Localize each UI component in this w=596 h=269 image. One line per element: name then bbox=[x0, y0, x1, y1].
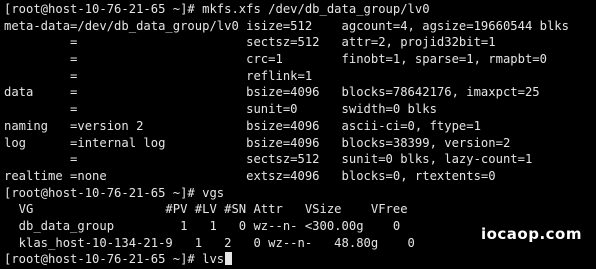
terminal-line: = sunit=0 swidth=0 blks bbox=[4, 102, 437, 117]
terminal-prompt-text: [root@host-10-76-21-65 ~]# lvs bbox=[4, 252, 225, 267]
terminal-line: meta-data=/dev/db_data_group/lv0 isize=5… bbox=[4, 18, 569, 33]
terminal-line: [root@host-10-76-21-65 ~]# mkfs.xfs /dev… bbox=[4, 2, 430, 16]
terminal-cursor bbox=[225, 252, 233, 266]
terminal-line: data = bsize=4096 blocks=78642176, imaxp… bbox=[4, 85, 540, 100]
terminal-line: naming =version 2 bsize=4096 ascii-ci=0,… bbox=[4, 118, 481, 133]
terminal-line: = reflink=1 bbox=[4, 68, 313, 83]
terminal-prompt-line[interactable]: [root@host-10-76-21-65 ~]# lvs bbox=[4, 251, 596, 268]
terminal-line: VG #PV #LV #SN Attr VSize VFree bbox=[4, 202, 408, 217]
terminal-line: realtime =none extsz=4096 blocks=0, rtex… bbox=[4, 168, 496, 183]
terminal-line: = sectsz=512 attr=2, projid32bit=1 bbox=[4, 35, 496, 50]
terminal-line: = crc=1 finobt=1, sparse=1, rmapbt=0 bbox=[4, 52, 547, 67]
site-watermark: iocaop.com bbox=[480, 225, 582, 243]
terminal-line: log =internal log bsize=4096 blocks=3839… bbox=[4, 135, 511, 150]
terminal-line: [root@host-10-76-21-65 ~]# vgs bbox=[4, 185, 225, 200]
terminal-line: = sectsz=512 sunit=0 blks, lazy-count=1 bbox=[4, 152, 533, 167]
